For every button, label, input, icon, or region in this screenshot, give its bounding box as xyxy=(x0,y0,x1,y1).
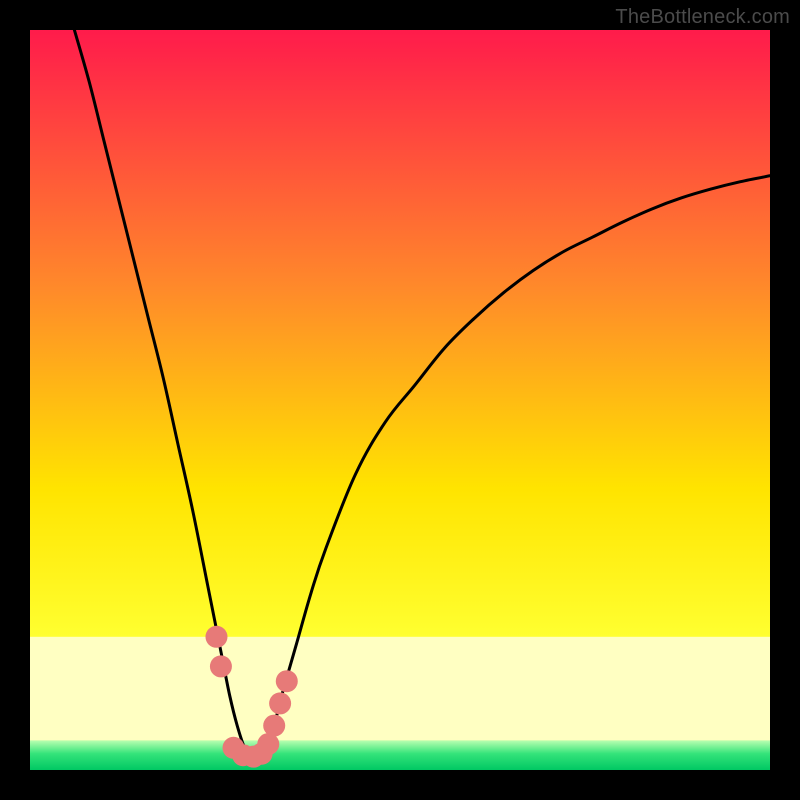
pale-band xyxy=(30,637,770,741)
data-marker xyxy=(210,655,232,677)
data-marker xyxy=(263,715,285,737)
data-marker xyxy=(276,670,298,692)
green-band xyxy=(30,740,770,770)
data-marker xyxy=(205,626,227,648)
attribution-text: TheBottleneck.com xyxy=(615,6,790,29)
bottleneck-chart xyxy=(30,30,770,770)
chart-frame: TheBottleneck.com xyxy=(0,0,800,800)
plot-area xyxy=(30,30,770,770)
data-marker xyxy=(269,692,291,714)
